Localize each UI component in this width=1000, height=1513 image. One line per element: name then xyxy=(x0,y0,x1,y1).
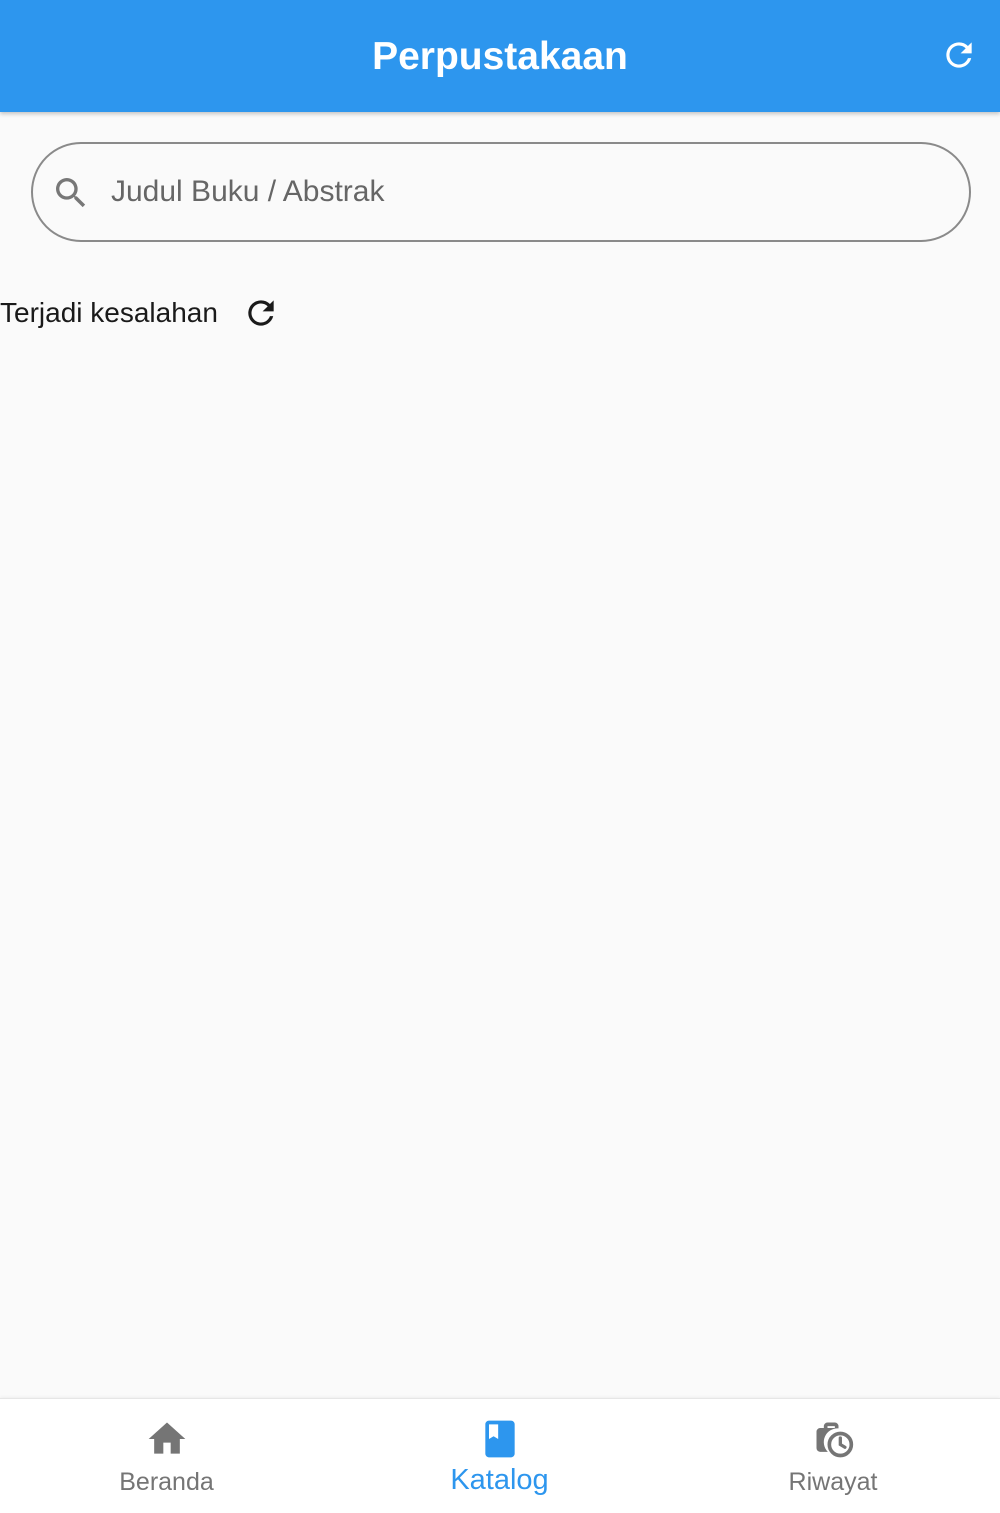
nav-item-riwayat[interactable]: Riwayat xyxy=(666,1399,1000,1513)
app-bar: Perpustakaan xyxy=(0,0,1000,112)
error-message-row: Terjadi kesalahan xyxy=(0,292,280,334)
app-title: Perpustakaan xyxy=(372,35,628,78)
nav-item-beranda[interactable]: Beranda xyxy=(0,1399,333,1513)
search-input[interactable] xyxy=(111,168,931,216)
retry-refresh-icon[interactable] xyxy=(242,294,280,332)
nav-label-beranda: Beranda xyxy=(119,1468,214,1496)
nav-label-riwayat: Riwayat xyxy=(788,1468,878,1496)
refresh-icon[interactable] xyxy=(940,36,978,74)
nav-item-katalog[interactable]: Katalog xyxy=(333,1399,666,1513)
bottom-navigation: Beranda Katalog Riwayat xyxy=(0,1398,1000,1513)
nav-label-katalog: Katalog xyxy=(450,1464,549,1496)
error-message: Terjadi kesalahan xyxy=(0,297,218,328)
book-icon xyxy=(484,1420,515,1458)
search-icon xyxy=(56,178,86,208)
home-icon xyxy=(148,1422,185,1454)
search-bar[interactable] xyxy=(31,142,971,242)
history-icon xyxy=(816,1422,854,1458)
